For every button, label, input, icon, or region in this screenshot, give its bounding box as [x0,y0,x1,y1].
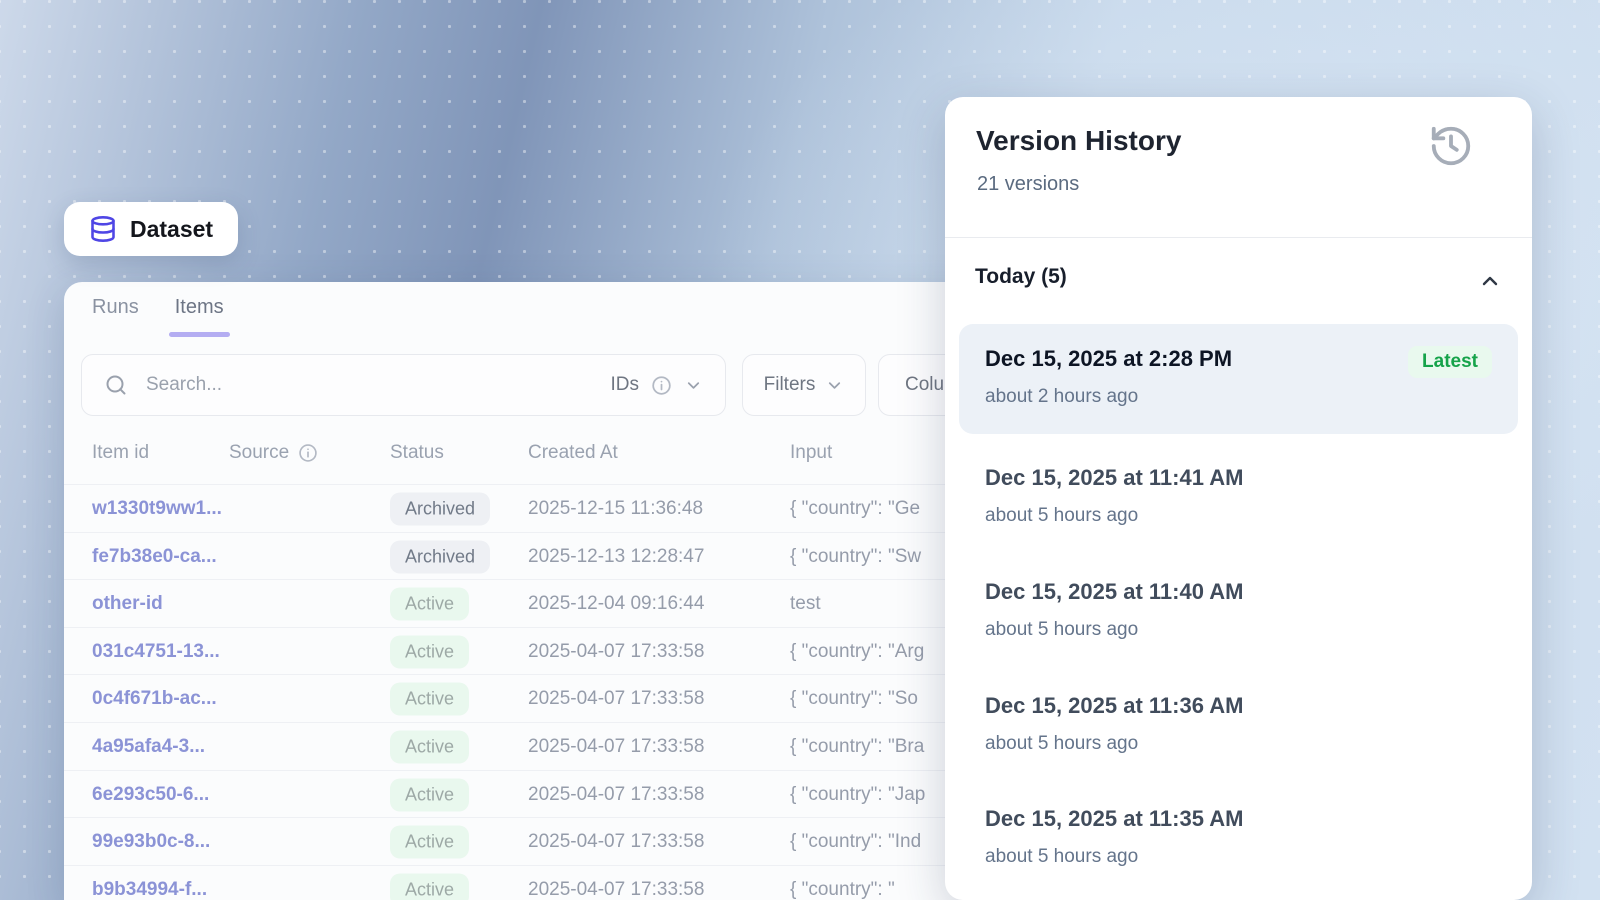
status-badge: Active [390,874,469,900]
divider [945,237,1532,238]
version-entry-time-ago: about 5 hours ago [985,505,1138,527]
status-badge: Active [390,826,469,859]
input-cell: { "country": " [790,879,895,900]
created-at-cell: 2025-04-07 17:33:58 [528,688,704,710]
search-box: IDs [81,354,726,416]
version-entry-title: Dec 15, 2025 at 11:40 AM [985,579,1243,605]
item-id-link[interactable]: 99e93b0c-8... [92,831,210,853]
item-id-link[interactable]: 6e293c50-6... [92,784,209,806]
history-icon [1428,123,1474,169]
version-entry-title: Dec 15, 2025 at 2:28 PM [985,346,1232,372]
chevron-up-icon[interactable] [1478,269,1502,293]
version-entry[interactable]: Dec 15, 2025 at 2:28 PM Latest about 2 h… [959,324,1518,434]
status-badge: Archived [390,493,490,526]
input-cell: { "country": "So [790,688,918,710]
version-entry[interactable]: Dec 15, 2025 at 11:35 AM about 5 hours a… [959,806,1518,890]
tab-runs[interactable]: Runs [92,296,139,333]
status-badge: Active [390,683,469,716]
version-entry[interactable]: Dec 15, 2025 at 11:41 AM about 5 hours a… [959,465,1518,549]
version-entry[interactable]: Dec 15, 2025 at 11:40 AM about 5 hours a… [959,579,1518,663]
created-at-cell: 2025-04-07 17:33:58 [528,831,704,853]
column-header-source: Source [229,442,318,464]
filters-button[interactable]: Filters [742,354,866,416]
version-entry-title: Dec 15, 2025 at 11:41 AM [985,465,1243,491]
tab-items[interactable]: Items [175,296,224,333]
created-at-cell: 2025-04-07 17:33:58 [528,784,704,806]
column-header-item-id: Item id [92,442,149,464]
version-history-panel: Version History 21 versions Today (5) De… [945,97,1532,900]
ids-label: IDs [611,374,640,396]
chevron-down-icon [825,376,844,395]
latest-badge: Latest [1408,346,1492,378]
column-header-created-at: Created At [528,442,618,464]
input-cell: { "country": "Ge [790,498,920,520]
item-id-link[interactable]: 0c4f671b-ac... [92,688,217,710]
search-input[interactable] [144,373,595,397]
dataset-chip-label: Dataset [130,216,213,243]
item-id-link[interactable]: w1330t9ww1... [92,498,222,520]
version-count: 21 versions [977,173,1079,196]
column-header-status: Status [390,442,444,464]
database-icon [89,215,117,243]
created-at-cell: 2025-12-15 11:36:48 [528,498,703,520]
version-entry-time-ago: about 2 hours ago [985,386,1138,408]
status-badge: Active [390,588,469,621]
status-badge: Active [390,636,469,669]
created-at-cell: 2025-04-07 17:33:58 [528,879,704,900]
chevron-down-icon [684,376,703,395]
item-id-link[interactable]: b9b34994-f... [92,879,207,900]
ids-dropdown[interactable]: IDs [611,374,704,396]
item-id-link[interactable]: 031c4751-13... [92,641,220,663]
input-cell: { "country": "Ind [790,831,921,853]
created-at-cell: 2025-12-13 12:28:47 [528,546,704,568]
input-cell: test [790,593,821,615]
column-header-input: Input [790,442,832,464]
status-badge: Active [390,779,469,812]
created-at-cell: 2025-04-07 17:33:58 [528,641,704,663]
version-entry[interactable]: Dec 15, 2025 at 11:36 AM about 5 hours a… [959,693,1518,777]
section-header-today: Today (5) [975,265,1067,289]
status-badge: Archived [390,541,490,574]
search-icon [104,373,128,397]
version-entry-time-ago: about 5 hours ago [985,733,1138,755]
tab-bar: Runs Items [92,296,224,333]
item-id-link[interactable]: fe7b38e0-ca... [92,546,217,568]
version-history-title: Version History [976,125,1181,157]
version-entry-title: Dec 15, 2025 at 11:36 AM [985,693,1243,719]
version-entry-time-ago: about 5 hours ago [985,846,1138,868]
input-cell: { "country": "Sw [790,546,921,568]
status-badge: Active [390,731,469,764]
version-entry-time-ago: about 5 hours ago [985,619,1138,641]
input-cell: { "country": "Jap [790,784,925,806]
item-id-link[interactable]: other-id [92,593,163,615]
created-at-cell: 2025-04-07 17:33:58 [528,736,704,758]
version-entry-title: Dec 15, 2025 at 11:35 AM [985,806,1243,832]
app-canvas: Dataset Runs Items IDs [0,0,1600,900]
dataset-chip[interactable]: Dataset [64,202,238,256]
item-id-link[interactable]: 4a95afa4-3... [92,736,205,758]
input-cell: { "country": "Arg [790,641,924,663]
info-icon [651,375,672,396]
created-at-cell: 2025-12-04 09:16:44 [528,593,704,615]
active-tab-indicator [169,332,230,337]
input-cell: { "country": "Bra [790,736,924,758]
info-icon [298,443,318,463]
